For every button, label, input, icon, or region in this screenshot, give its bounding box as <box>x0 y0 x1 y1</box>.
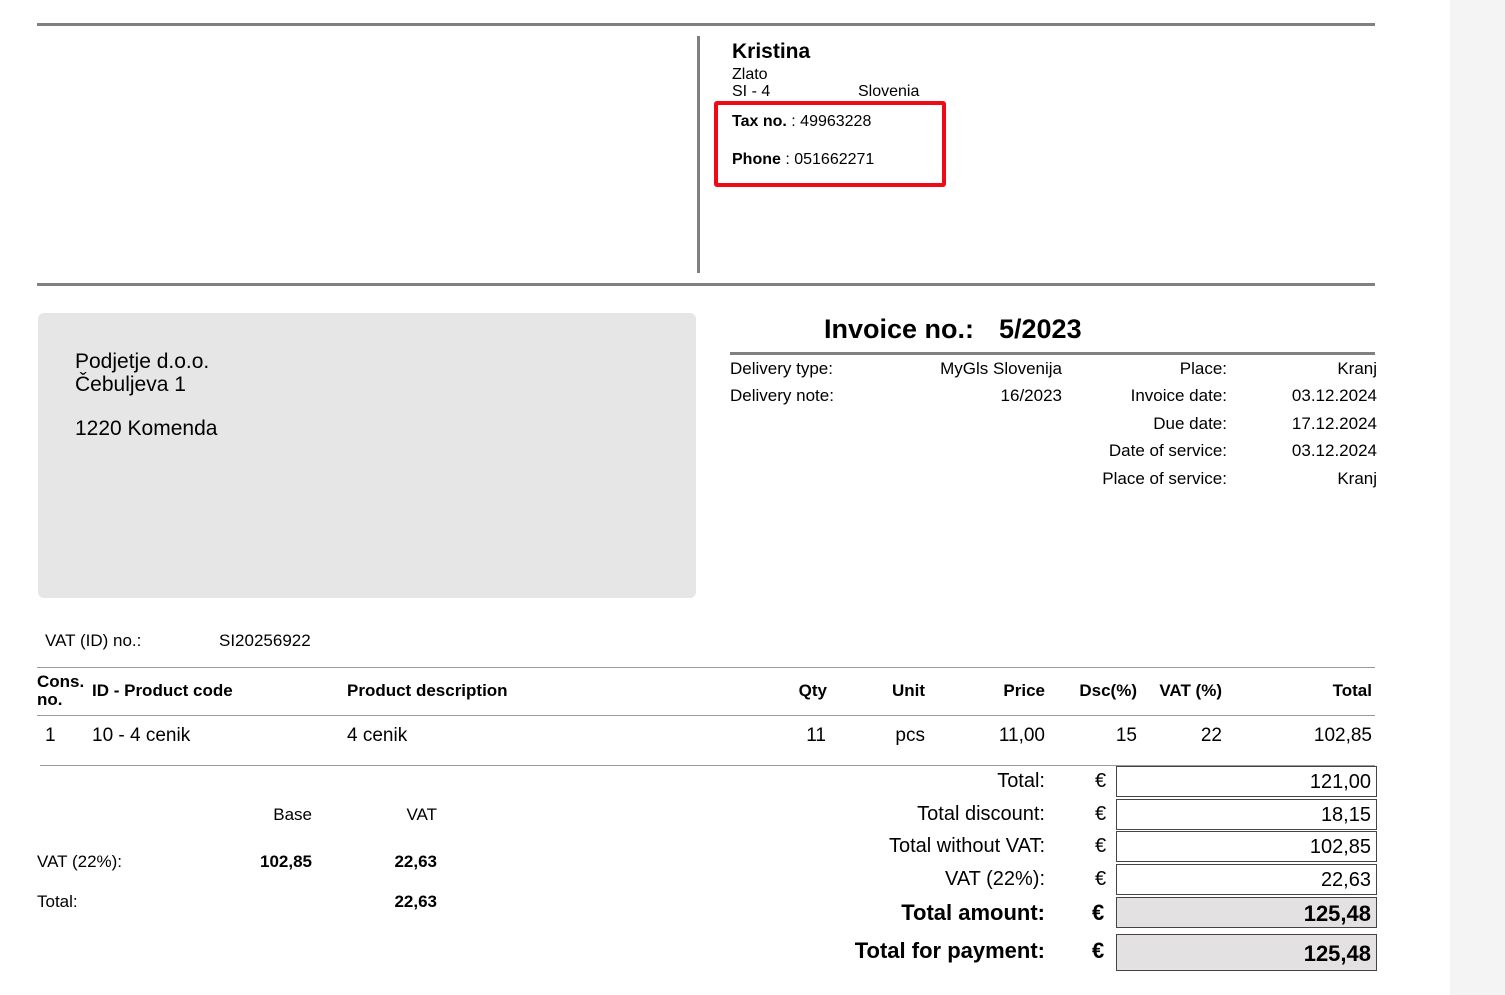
total-amount-value: 125,48 <box>1116 897 1377 928</box>
cell-dsc: 15 <box>1115 725 1137 746</box>
cell-unit: pcs <box>895 725 925 746</box>
invoice-date-value: 03.12.2024 <box>1291 386 1377 405</box>
seller-postal: SI - 4 <box>732 83 771 100</box>
invoice-title: Invoice no.: <box>824 314 975 344</box>
buyer-name: Podjetje d.o.o. <box>75 350 210 373</box>
invoice-number: 5/2023 <box>999 314 1082 344</box>
discount-currency: € <box>1095 803 1107 825</box>
cell-vat: 22 <box>1200 725 1222 746</box>
tax-value: : 49963228 <box>786 113 872 130</box>
service-date-value: 03.12.2024 <box>1291 441 1377 460</box>
vat-base-header: Base <box>273 805 312 824</box>
delivery-type-label: Delivery type: <box>730 359 833 378</box>
seller-name: Kristina <box>732 40 811 63</box>
col-header-desc: Product description <box>347 681 508 700</box>
service-date-label: Date of service: <box>1108 441 1227 460</box>
col-header-unit: Unit <box>891 681 925 700</box>
invoice-title-rule <box>730 352 1375 355</box>
due-date-value: 17.12.2024 <box>1291 414 1377 433</box>
total-payment-value: 125,48 <box>1116 934 1377 971</box>
col-header-vat: VAT (%) <box>1159 681 1222 700</box>
vat-total-line-currency: € <box>1095 868 1107 890</box>
cell-total: 102,85 <box>1313 725 1372 746</box>
cell-desc: 4 cenik <box>347 725 408 746</box>
col-header-qty: Qty <box>798 681 827 700</box>
seller-country: Slovenia <box>858 83 920 100</box>
table-top-rule <box>37 667 1375 668</box>
total-payment-label: Total for payment: <box>854 938 1045 963</box>
without-vat-label: Total without VAT: <box>889 835 1045 857</box>
seller-tax-number: Tax no. : 49963228 <box>732 113 871 131</box>
discount-label: Total discount: <box>917 803 1045 825</box>
vat-row-vat: 22,63 <box>394 852 437 871</box>
total-amount-label: Total amount: <box>901 900 1045 925</box>
delivery-type-value: MyGls Slovenija <box>940 359 1062 378</box>
invoice-date-label: Invoice date: <box>1130 386 1227 405</box>
total-payment-currency: € <box>1092 938 1105 963</box>
col-header-price: Price <box>1003 681 1045 700</box>
due-date-label: Due date: <box>1153 414 1227 433</box>
cell-qty: 11 <box>806 725 826 746</box>
col-header-total: Total <box>1332 681 1372 700</box>
seller-street: Zlato <box>732 66 768 83</box>
vat-vat-header: VAT <box>406 805 437 824</box>
delivery-note-label: Delivery note: <box>730 386 834 405</box>
vat-total-line-value: 22,63 <box>1116 864 1377 895</box>
phone-value: : 051662271 <box>780 151 875 168</box>
phone-label: Phone <box>732 151 781 168</box>
total-currency: € <box>1095 770 1107 792</box>
place-value: Kranj <box>1337 359 1377 378</box>
service-place-value: Kranj <box>1337 469 1377 488</box>
cell-no: 1 <box>45 725 56 746</box>
buyer-city: 1220 Komenda <box>75 417 218 440</box>
buyer-vat-value: SI20256922 <box>219 631 311 650</box>
without-vat-currency: € <box>1095 835 1107 857</box>
delivery-note-value: 16/2023 <box>1000 386 1062 405</box>
service-place-label: Place of service: <box>1102 469 1227 488</box>
col-header-cons: Cons. <box>37 672 85 691</box>
seller-phone: Phone : 051662271 <box>732 151 874 169</box>
table-header-rule <box>37 715 1375 716</box>
without-vat-value: 102,85 <box>1116 831 1377 862</box>
total-amount-currency: € <box>1092 900 1105 925</box>
cell-price: 11,00 <box>998 725 1045 746</box>
buyer-vat-label: VAT (ID) no.: <box>45 631 142 650</box>
tax-label: Tax no. <box>732 113 787 130</box>
vat-total-value: 22,63 <box>394 892 437 911</box>
vat-total-line-label: VAT (22%): <box>944 868 1045 890</box>
vat-row-base: 102,85 <box>260 852 312 871</box>
vat-row-label: VAT (22%): <box>37 852 123 871</box>
buyer-street: Čebuljeva 1 <box>75 373 186 396</box>
col-header-dsc: Dsc(%) <box>1079 681 1137 700</box>
header-bottom-rule <box>37 283 1375 286</box>
top-rule <box>37 23 1375 26</box>
place-label: Place: <box>1179 359 1227 378</box>
page-margin <box>1450 0 1505 995</box>
cell-code: 10 - 4 cenik <box>92 725 191 746</box>
total-value: 121,00 <box>1116 766 1377 797</box>
col-header-code: ID - Product code <box>92 681 233 700</box>
total-label: Total: <box>997 770 1045 792</box>
discount-value: 18,15 <box>1116 799 1377 830</box>
vat-total-label: Total: <box>37 892 78 911</box>
header-divider <box>697 36 700 273</box>
col-header-cons-no: no. <box>37 690 63 709</box>
